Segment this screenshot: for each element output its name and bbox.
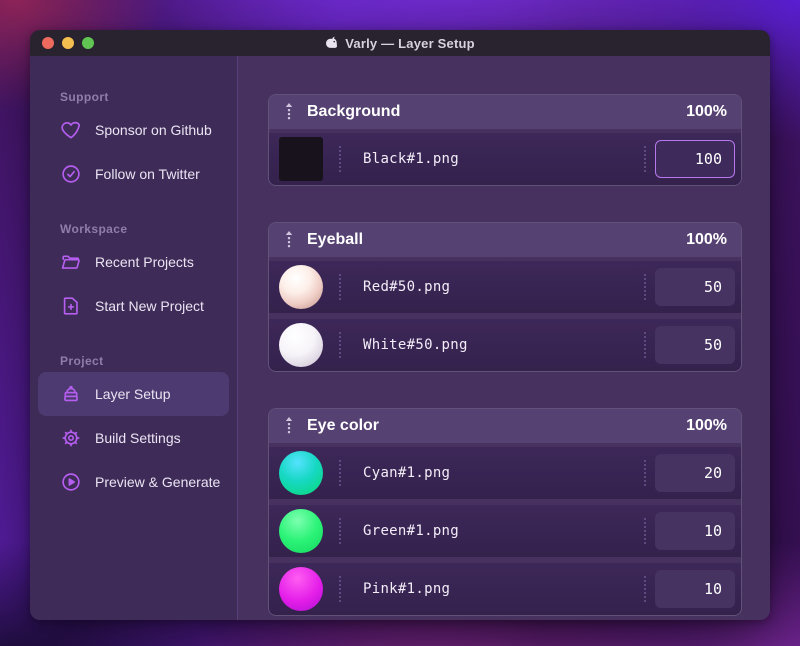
window-title: Varly — Layer Setup (325, 36, 475, 51)
gear-icon (60, 427, 82, 449)
heart-icon (60, 119, 82, 141)
layer-row: Black#1.png (269, 133, 741, 185)
sidebar-item-follow-on-twitter[interactable]: Follow on Twitter (38, 152, 229, 196)
layer-rows: Red#50.png White#50.png (269, 257, 741, 371)
layer-rows: Black#1.png (269, 129, 741, 185)
check-badge-icon (60, 163, 82, 185)
layer-group-header[interactable]: Eye color 100% (269, 409, 741, 443)
layer-row: White#50.png (269, 319, 741, 371)
sidebar-item-label: Sponsor on Github (95, 122, 212, 138)
layer-weight-input[interactable] (655, 140, 735, 178)
layer-group-opacity: 100% (686, 103, 727, 120)
window-title-text: Varly — Layer Setup (345, 35, 475, 51)
sidebar-section-label: Workspace (60, 222, 128, 236)
sidebar-item-start-new-project[interactable]: Start New Project (38, 284, 229, 328)
layer-weight-input[interactable] (655, 454, 735, 492)
sidebar-item-layer-setup[interactable]: Layer Setup (38, 372, 229, 416)
dotted-separator (339, 460, 341, 486)
play-circle-icon (60, 471, 82, 493)
close-button[interactable] (42, 37, 54, 49)
dotted-separator (339, 274, 341, 300)
dotted-separator (644, 576, 646, 602)
layer-group-opacity: 100% (686, 231, 727, 248)
layer-filename: Cyan#1.png (363, 465, 451, 481)
sidebar-item-build-settings[interactable]: Build Settings (38, 416, 229, 460)
layers-icon (60, 383, 82, 405)
sidebar-item-label: Follow on Twitter (95, 166, 200, 182)
dotted-separator (644, 332, 646, 358)
folder-icon (60, 251, 82, 273)
dotted-separator (339, 576, 341, 602)
sidebar: Support Sponsor on Github Follow on Twitte… (30, 56, 238, 620)
sidebar-item-sponsor-on-github[interactable]: Sponsor on Github (38, 108, 229, 152)
sidebar-item-label: Preview & Generate (95, 474, 221, 490)
layer-group-name: Eye color (307, 417, 380, 434)
sidebar-item-recent-projects[interactable]: Recent Projects (38, 240, 229, 284)
layer-thumbnail-pearl-red (279, 265, 323, 309)
layer-filename: Pink#1.png (363, 581, 451, 597)
layer-thumbnail-ball-green (279, 509, 323, 553)
sidebar-section-label: Support (60, 90, 109, 104)
layer-group-eyeball: Eyeball 100% Red#50.png White#50.png (268, 222, 742, 372)
layer-weight-input[interactable] (655, 326, 735, 364)
layer-filename: White#50.png (363, 337, 468, 353)
layer-group-name: Eyeball (307, 231, 364, 248)
sidebar-section-label: Project (60, 354, 104, 368)
layer-filename: Red#50.png (363, 279, 451, 295)
layer-group-header[interactable]: Background 100% (269, 95, 741, 129)
layer-group-background: Background 100% Black#1.png (268, 94, 742, 186)
layer-group-opacity: 100% (686, 417, 727, 434)
drag-handle-icon[interactable] (283, 416, 295, 436)
sidebar-item-preview-generate[interactable]: Preview & Generate (38, 460, 229, 504)
layer-row: Red#50.png (269, 261, 741, 313)
sidebar-section-support: Support Sponsor on Github Follow on Twitte… (38, 90, 229, 196)
traffic-lights (42, 37, 94, 49)
layer-weight-input[interactable] (655, 512, 735, 550)
layer-group-eye-color: Eye color 100% Cyan#1.png Green#1.png Pink#1… (268, 408, 742, 616)
title-bar: Varly — Layer Setup (30, 30, 770, 56)
app-window: Varly — Layer Setup Support Sponsor on Gi… (30, 30, 770, 620)
unicorn-app-icon (325, 36, 339, 50)
layer-weight-input[interactable] (655, 570, 735, 608)
minimize-button[interactable] (62, 37, 74, 49)
dotted-separator (644, 460, 646, 486)
layer-thumbnail-black-square (279, 137, 323, 181)
layer-weight-input[interactable] (655, 268, 735, 306)
sidebar-section-project: Project Layer Setup Build Settings Preview … (38, 354, 229, 504)
layer-group-header[interactable]: Eyeball 100% (269, 223, 741, 257)
layer-thumbnail-ball-cyan (279, 451, 323, 495)
sidebar-item-label: Start New Project (95, 298, 204, 314)
layer-rows: Cyan#1.png Green#1.png Pink#1.png (269, 443, 741, 615)
layer-row: Green#1.png (269, 505, 741, 557)
zoom-button[interactable] (82, 37, 94, 49)
layer-group-name: Background (307, 103, 401, 120)
dotted-separator (644, 518, 646, 544)
sidebar-item-label: Recent Projects (95, 254, 194, 270)
sidebar-section-workspace: Workspace Recent Projects Start New Projec… (38, 222, 229, 328)
drag-handle-icon[interactable] (283, 230, 295, 250)
dotted-separator (339, 146, 341, 172)
dotted-separator (339, 518, 341, 544)
layer-filename: Black#1.png (363, 151, 460, 167)
layer-row: Pink#1.png (269, 563, 741, 615)
file-plus-icon (60, 295, 82, 317)
window-body: Support Sponsor on Github Follow on Twitte… (30, 56, 770, 620)
sidebar-item-label: Build Settings (95, 430, 181, 446)
layer-row: Cyan#1.png (269, 447, 741, 499)
layer-thumbnail-pearl-white (279, 323, 323, 367)
layer-thumbnail-ball-pink (279, 567, 323, 611)
sidebar-item-label: Layer Setup (95, 386, 171, 402)
drag-handle-icon[interactable] (283, 102, 295, 122)
layer-setup-panel: Background 100% Black#1.png Eyeball 100% Red#… (238, 56, 770, 620)
layer-filename: Green#1.png (363, 523, 460, 539)
dotted-separator (644, 274, 646, 300)
dotted-separator (339, 332, 341, 358)
dotted-separator (644, 146, 646, 172)
